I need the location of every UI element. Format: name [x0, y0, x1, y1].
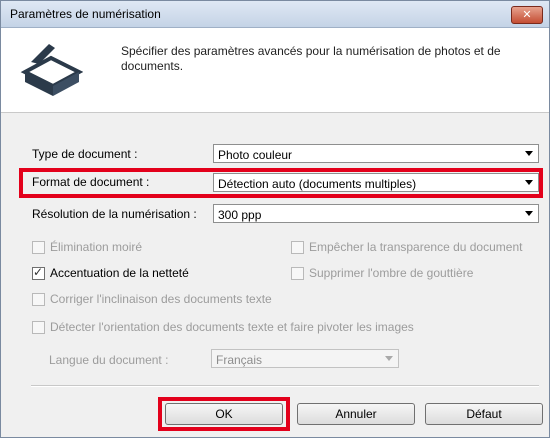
orientation-label: Détecter l'orientation des documents tex…: [50, 320, 414, 334]
checkmark-icon: ✓: [33, 265, 44, 279]
doc-type-value: Photo couleur: [218, 148, 293, 162]
gutter-shadow-label: Supprimer l'ombre de gouttière: [309, 266, 474, 280]
show-through-label: Empêcher la transparence du document: [309, 240, 523, 254]
show-through-checkbox[interactable]: [291, 241, 304, 254]
close-icon: ✕: [522, 9, 532, 21]
orientation-checkbox[interactable]: [32, 321, 45, 334]
header-description: Spécifier des paramètres avancés pour la…: [121, 44, 501, 73]
close-button[interactable]: ✕: [511, 6, 543, 24]
language-value: Français: [216, 353, 263, 367]
doc-type-select[interactable]: Photo couleur: [213, 144, 539, 163]
sharpen-label: Accentuation de la netteté: [50, 266, 189, 280]
cancel-button[interactable]: Annuler: [297, 403, 415, 425]
skew-checkbox[interactable]: [32, 293, 45, 306]
moire-label: Élimination moiré: [50, 240, 143, 254]
language-select[interactable]: Français: [211, 349, 399, 368]
scanner-icon: [20, 44, 83, 96]
sharpen-checkbox[interactable]: ✓: [32, 265, 45, 280]
doc-format-select[interactable]: Détection auto (documents multiples): [213, 173, 539, 192]
header-area: Spécifier des paramètres avancés pour la…: [1, 28, 549, 113]
resolution-value: 300 ppp: [218, 208, 262, 222]
default-button[interactable]: Défaut: [425, 403, 543, 425]
resolution-select[interactable]: 300 ppp: [213, 204, 539, 223]
window-title: Paramètres de numérisation: [10, 7, 161, 21]
moire-checkbox[interactable]: [32, 241, 45, 254]
separator: [31, 385, 539, 387]
doc-format-value: Détection auto (documents multiples): [218, 177, 417, 191]
gutter-shadow-checkbox[interactable]: [291, 267, 304, 280]
title-bar[interactable]: Paramètres de numérisation ✕: [1, 1, 549, 28]
doc-format-label: Format de document :: [32, 175, 150, 189]
ok-button[interactable]: OK: [165, 403, 283, 425]
chevron-down-icon: [525, 211, 533, 216]
resolution-label: Résolution de la numérisation :: [32, 207, 197, 221]
chevron-down-icon: [525, 180, 533, 185]
chevron-down-icon: [525, 151, 533, 156]
chevron-down-icon: [385, 356, 393, 361]
scan-settings-dialog: Paramètres de numérisation ✕ Spécifier d…: [0, 0, 550, 438]
skew-label: Corriger l'inclinaison des documents tex…: [50, 292, 272, 306]
language-label: Langue du document :: [49, 353, 169, 367]
doc-type-label: Type de document :: [32, 147, 138, 161]
